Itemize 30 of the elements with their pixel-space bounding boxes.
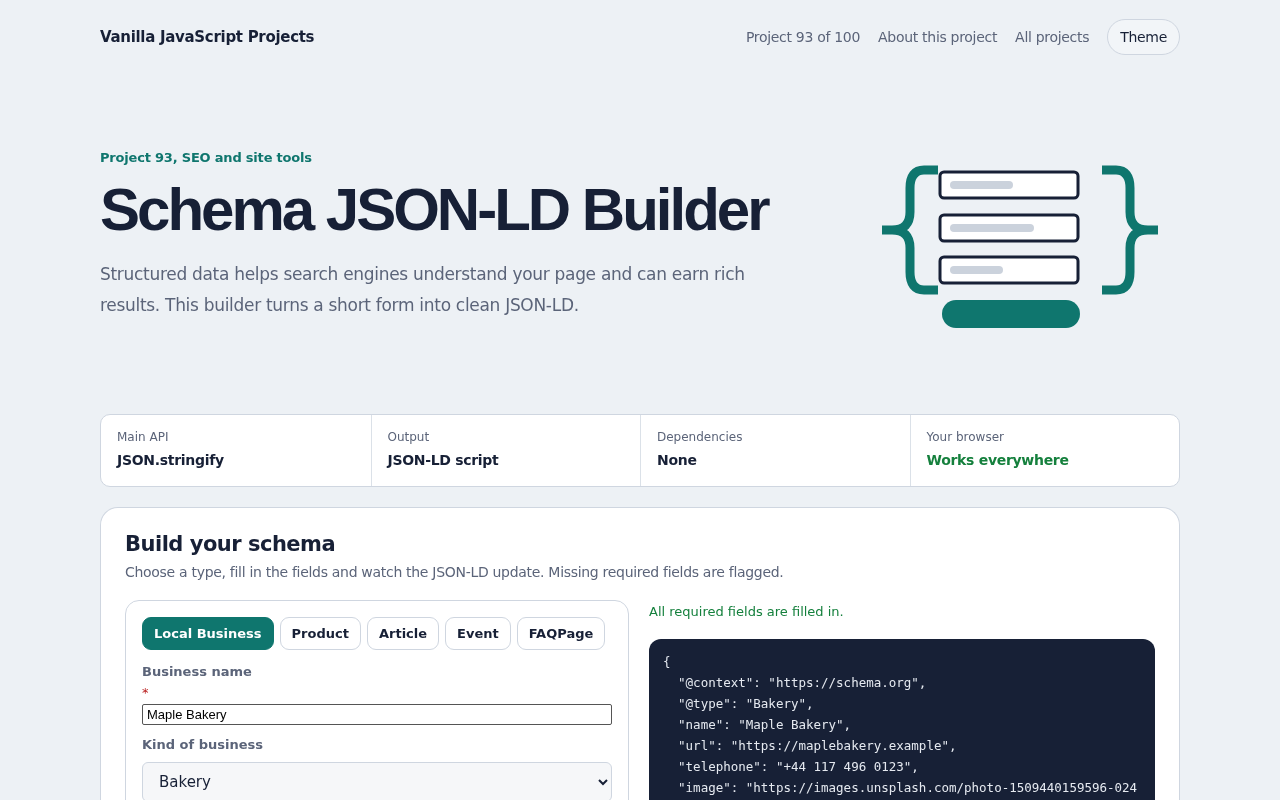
nav-link[interactable]: All projects [1015,29,1090,45]
type-tab[interactable]: Article [366,617,440,650]
site-title[interactable]: Vanilla JavaScript Projects [100,28,315,46]
required-mark: * [142,685,150,700]
fact-value: JSON-LD script [387,452,500,468]
fact-label: Output [387,430,431,444]
select-field[interactable]: Bakery [142,762,612,800]
status-message: All required fields are filled in. [649,604,845,619]
fact-value: JSON.stringify [117,452,225,468]
type-tab[interactable]: Local Business [142,617,274,650]
type-tab[interactable]: Product [279,617,361,650]
eyebrow-text: Project 93, SEO and site tools [100,150,313,165]
json-output: { "@context": "https://schema.org", "@type": "Bakery", "name": "Maple Bakery", "url": "https://maplebakery.example", "telephone": "+44 117 496 0123", "image": "https://images.unsplash.com/photo-1509440159596-024 [649,639,1155,800]
fact-label: Main API [117,430,170,444]
lead-paragraph: Structured data helps search engines understand your page and can earn rich results. This builder turns a short form into clean JSON-LD. [100,263,746,317]
field-label: Kind of business [142,737,265,752]
theme-button[interactable]: Theme [1107,19,1180,55]
section-title: Build your schema [125,532,337,556]
fact-label: Dependencies [657,430,744,444]
type-tab[interactable]: FAQPage [516,617,606,650]
section-description: Choose a type, fill in the fields and watch the JSON-LD update. Missing required fields are flagged. [125,564,785,580]
fact-value: Works everywhere [926,452,1070,468]
nav-link[interactable]: Project 93 of 100 [745,29,861,45]
page-title: Schema JSON-LD Builder [100,177,768,243]
fact-value: None [657,452,698,468]
fact-label: Your browser [926,430,1005,444]
input-field[interactable]: Maple Bakery [142,704,612,725]
type-tab[interactable]: Event [445,617,511,650]
nav-link[interactable]: About this project [878,29,998,45]
field-label: Business name [142,664,253,679]
